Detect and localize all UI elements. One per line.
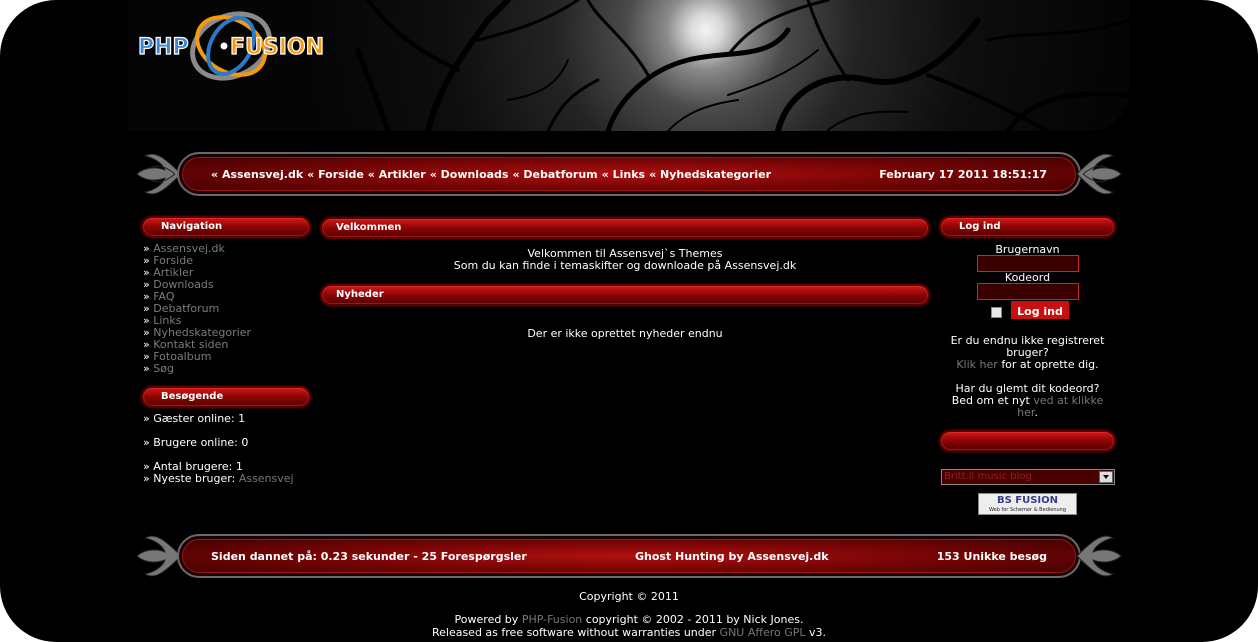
welcome-panel-header: Velkommen	[320, 217, 930, 239]
license-line: Released as free software without warran…	[431, 626, 827, 639]
menu-item-sog[interactable]: » Søg	[143, 363, 251, 375]
register-link[interactable]: Klik her	[956, 358, 997, 371]
visitors-panel: » Gæster online: 1 » Brugere online: 0 »…	[143, 412, 294, 485]
php-fusion-link[interactable]: PHP-Fusion	[522, 613, 582, 626]
ornament-right-icon	[1076, 535, 1122, 577]
navigation-menu: » Assensvej.dk » Forside » Artikler » Do…	[143, 243, 251, 375]
music-blog-select[interactable]: Britt.ll music blog	[941, 469, 1115, 485]
news-panel-header: Nyheder	[320, 284, 930, 306]
powered-by-line: Powered by PHP-Fusion copyright © 2002 -…	[454, 613, 804, 626]
music-panel-header	[939, 430, 1116, 452]
remember-me-checkbox[interactable]	[991, 307, 1002, 318]
svg-text:PHP: PHP	[138, 35, 189, 60]
svg-text:FUSION: FUSION	[230, 35, 324, 60]
unique-visits: 153 Unikke besøg	[936, 549, 1047, 563]
users-online: Brugere online: 0	[153, 436, 249, 449]
top-nav-bar: « Assensvej.dk « Forside « Artikler « Do…	[135, 148, 1123, 200]
nav-link-assensvej[interactable]: « Assensvej.dk	[211, 168, 303, 181]
main-nav: « Assensvej.dk « Forside « Artikler « Do…	[211, 168, 771, 181]
current-datetime: February 17 2011 18:51:17	[879, 167, 1047, 181]
theme-credit: Ghost Hunting by Assensvej.dk	[634, 549, 829, 563]
license-link[interactable]: GNU Affero GPL	[720, 626, 806, 639]
login-panel-header: Log ind	[939, 216, 1116, 238]
footer-bar: Siden dannet på: 0.23 sekunder - 25 Fore…	[135, 530, 1123, 582]
copyright: Copyright © 2011	[579, 590, 679, 603]
register-text: Er du endnu ikke registreret bruger? Kli…	[950, 334, 1105, 419]
chevron-down-icon[interactable]	[1099, 471, 1113, 483]
navigation-panel-header: Navigation	[141, 216, 311, 238]
newest-user-link[interactable]: Assensvej	[239, 472, 294, 485]
bs-fusion-badge[interactable]: BS FUSION Web for Schemer & Bedienung	[978, 493, 1077, 515]
ornament-right-icon	[1076, 153, 1122, 195]
login-button[interactable]: Log ind	[1011, 301, 1069, 319]
visitors-panel-header: Besøgende	[141, 386, 311, 408]
php-fusion-logo: PHP FUSION	[137, 11, 325, 81]
password-input[interactable]	[977, 283, 1079, 300]
username-input[interactable]	[977, 255, 1079, 272]
page-generation-info: Siden dannet på: 0.23 sekunder - 25 Fore…	[211, 549, 527, 563]
nav-link-nyhedskategorier[interactable]: « Nyhedskategorier	[649, 168, 771, 181]
welcome-content: Velkommen til Assensvej`s Themes Som du …	[453, 247, 797, 272]
header-banner: PHP FUSION	[128, 0, 1129, 131]
page: PHP FUSION « Assensvej.dk « Forside « Ar…	[0, 0, 1258, 642]
nav-link-downloads[interactable]: « Downloads	[430, 168, 509, 181]
nav-link-debatforum[interactable]: « Debatforum	[512, 168, 597, 181]
guests-online: Gæster online: 1	[153, 412, 246, 425]
nav-link-links[interactable]: « Links	[602, 168, 645, 181]
forgot-password-link[interactable]: ved at klikke her	[1017, 394, 1103, 419]
nav-link-artikler[interactable]: « Artikler	[368, 168, 426, 181]
nav-link-forside[interactable]: « Forside	[307, 168, 364, 181]
ornament-left-icon	[136, 153, 182, 195]
news-empty-message: Der er ikke oprettet nyheder endnu	[527, 327, 723, 340]
ornament-left-icon	[136, 535, 182, 577]
